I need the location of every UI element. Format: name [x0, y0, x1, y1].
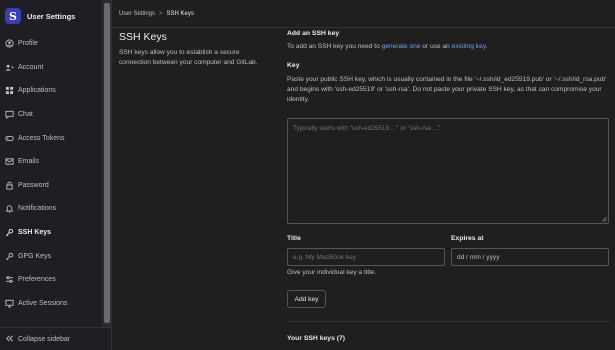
page-description: SSH keys allow you to establish a secure…: [119, 49, 258, 66]
sidebar-item-active-sessions[interactable]: Active Sessions: [0, 292, 102, 316]
sidebar-header: S User Settings: [0, 0, 111, 32]
sidebar-item-applications[interactable]: Applications: [0, 79, 102, 103]
sidebar-item-chat[interactable]: Chat: [0, 103, 102, 127]
bell-icon: [5, 204, 14, 214]
breadcrumb-parent[interactable]: User Settings: [119, 11, 155, 17]
sidebar-item-preferences[interactable]: Preferences: [0, 268, 102, 292]
sidebar-item-account[interactable]: Account: [0, 56, 102, 80]
sidebar-item-emails[interactable]: Emails: [0, 150, 102, 174]
sidebar-item-label: Account: [18, 63, 44, 71]
sidebar-item-access-tokens[interactable]: Access Tokens: [0, 126, 102, 150]
sidebar-item-label: Active Sessions: [18, 299, 68, 307]
collapse-sidebar-button[interactable]: Collapse sidebar: [0, 327, 112, 350]
sidebar-item-gpg-keys[interactable]: GPG Keys: [0, 244, 102, 268]
add-key-button[interactable]: Add key: [287, 290, 326, 308]
title-placeholder: e.g. My MacBook key: [293, 253, 357, 261]
sidebar-item-label: Access Tokens: [18, 134, 65, 142]
sidebar-item-notifications[interactable]: Notifications: [0, 197, 102, 221]
sidebar-nav: Profile Account Applications Chat Access…: [0, 32, 102, 315]
form-heading: Add an SSH key: [287, 30, 340, 37]
page-title: SSH Keys: [119, 31, 167, 43]
sidebar-item-profile[interactable]: Profile: [0, 32, 102, 56]
sidebar-item-label: Notifications: [18, 205, 57, 213]
sidebar-item-label: SSH Keys: [18, 229, 52, 237]
sidebar-item-label: Preferences: [18, 276, 56, 284]
title-input[interactable]: e.g. My MacBook key: [287, 248, 445, 266]
breadcrumb: User Settings > SSH Keys: [112, 0, 615, 28]
expires-placeholder: dd / mm / yyyy: [457, 253, 500, 261]
sidebar-scrollbar[interactable]: [102, 0, 111, 327]
key-icon: [5, 252, 14, 261]
monitor-icon: [5, 299, 14, 308]
applications-icon: [5, 86, 14, 95]
breadcrumb-separator: >: [159, 10, 163, 17]
title-help-text: Give your individual key a title.: [287, 269, 377, 276]
account-icon: [5, 63, 14, 72]
key-label: Key: [287, 62, 300, 69]
form-intro-text: .: [485, 43, 488, 50]
sidebar-item-label: Applications: [18, 87, 56, 95]
key-textarea[interactable]: Typically starts with "ssh-ed25519 ..." …: [287, 118, 609, 224]
section-description: SSH Keys SSH keys allow you to establish…: [119, 31, 259, 68]
sidebar-scrollbar-thumb[interactable]: [103, 3, 110, 323]
section-divider: [287, 321, 609, 322]
profile-icon: [5, 39, 14, 48]
sidebar-item-label: Profile: [18, 40, 38, 48]
preferences-icon: [5, 275, 14, 284]
your-ssh-keys-heading: Your SSH keys (7): [287, 335, 346, 342]
sidebar-item-ssh-keys[interactable]: SSH Keys: [0, 221, 102, 245]
key-placeholder: Typically starts with "ssh-ed25519 ..." …: [293, 125, 441, 132]
key-icon: [5, 228, 14, 237]
mail-icon: [5, 157, 14, 166]
collapse-sidebar-label: Collapse sidebar: [18, 335, 71, 343]
sidebar-item-label: Chat: [18, 111, 33, 119]
sidebar-item-label: Emails: [18, 158, 40, 166]
title-label: Title: [287, 235, 301, 242]
lock-icon: [5, 181, 14, 190]
key-help-text: Paste your public SSH key, which is usua…: [287, 76, 607, 103]
resize-grip-icon[interactable]: [601, 216, 607, 222]
double-chevron-left-icon: [5, 334, 14, 345]
breadcrumb-current[interactable]: SSH Keys: [167, 11, 194, 17]
token-icon: [5, 134, 14, 143]
settings-sidebar: S User Settings Profile Account Applicat…: [0, 0, 112, 350]
expires-label: Expires at: [451, 235, 484, 242]
form-intro-text: or use an: [420, 43, 452, 50]
expires-date-input[interactable]: dd / mm / yyyy: [451, 248, 609, 266]
sidebar-item-password[interactable]: Password: [0, 174, 102, 198]
form-intro-text: To add an SSH key you need to: [287, 43, 382, 50]
add-ssh-key-form: Add an SSH key To add an SSH key you nee…: [287, 30, 609, 105]
avatar[interactable]: S: [5, 8, 21, 24]
sidebar-item-label: Password: [18, 181, 49, 189]
generate-one-link[interactable]: generate one: [382, 43, 421, 50]
sidebar-title: User Settings: [27, 11, 76, 21]
chat-icon: [5, 110, 14, 120]
sidebar-item-label: GPG Keys: [18, 252, 52, 260]
form-intro: To add an SSH key you need to generate o…: [287, 42, 609, 52]
existing-key-link[interactable]: existing key: [452, 43, 486, 50]
